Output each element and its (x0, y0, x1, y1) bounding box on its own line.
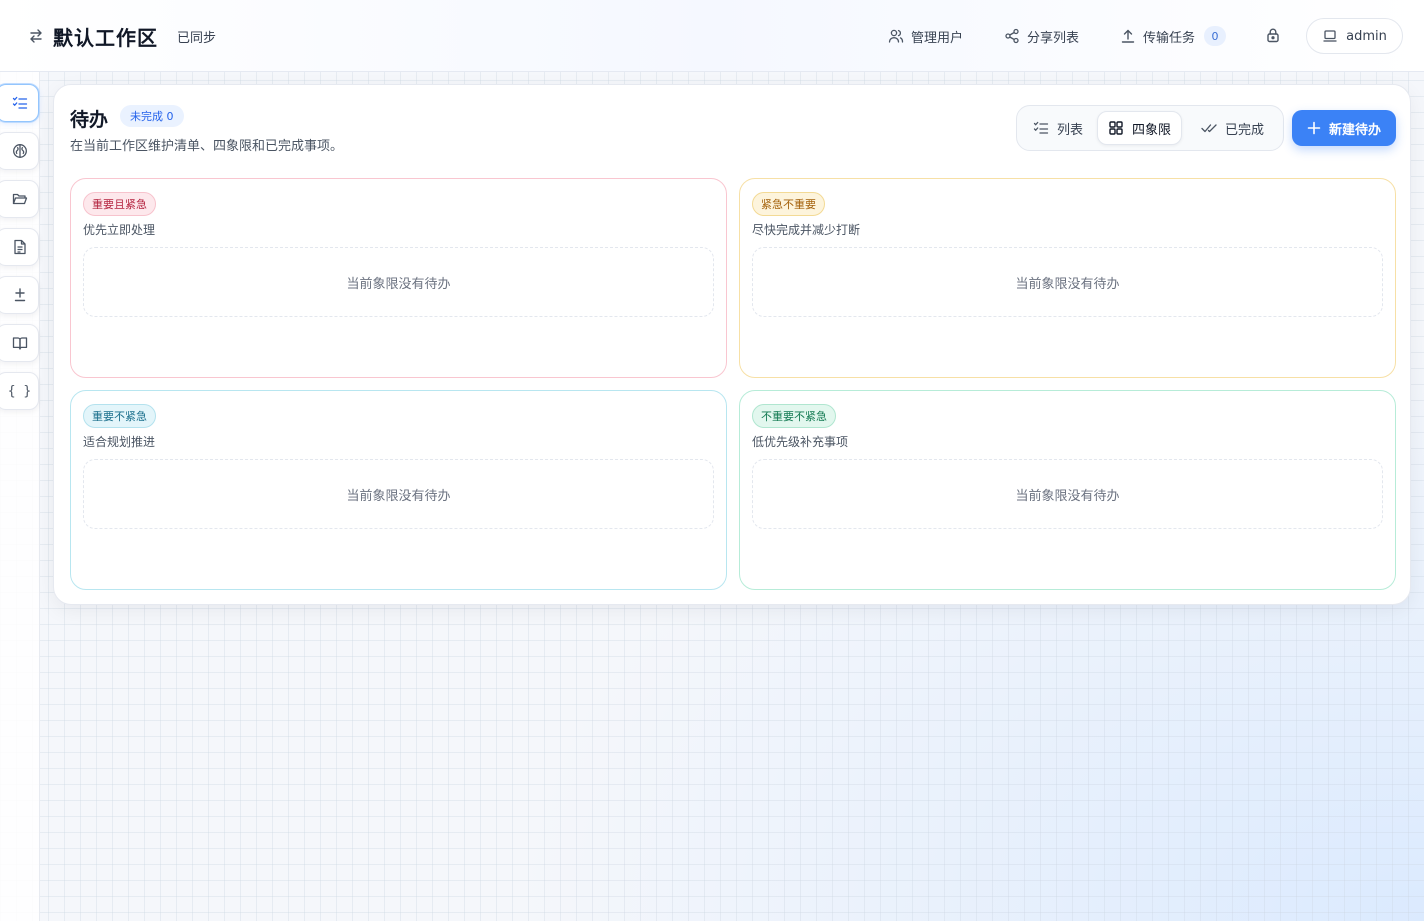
quadrant-empty-state: 当前象限没有待办 (752, 459, 1383, 529)
quadrant-description: 低优先级补充事项 (752, 435, 849, 449)
quadrant-description: 尽快完成并减少打断 (752, 223, 861, 237)
quadrant-tag: 紧急不重要 (752, 192, 825, 216)
transfer-tasks-button[interactable]: 传输任务 0 (1120, 24, 1227, 48)
new-todo-label: 新建待办 (1328, 122, 1381, 138)
quadrant-empty-state: 当前象限没有待办 (83, 459, 714, 529)
quadrant-tag: 重要不紧急 (83, 404, 156, 428)
share-icon (1005, 28, 1019, 44)
share-list-button[interactable]: 分享列表 (1004, 24, 1079, 48)
user-menu-button[interactable]: admin (1306, 18, 1403, 54)
sidebar-item-files[interactable] (0, 180, 39, 218)
quadrant-important-not-urgent: 重要不紧急 适合规划推进 当前象限没有待办 (70, 390, 727, 590)
quadrant-empty-state: 当前象限没有待办 (752, 247, 1383, 317)
page-subtitle: 在当前工作区维护清单、四象限和已完成事项。 (70, 139, 344, 154)
tab-completed-label: 已完成 (1225, 122, 1265, 138)
manage-users-label: 管理用户 (911, 30, 964, 46)
sidebar-item-docs[interactable] (0, 324, 39, 362)
plus-minus-icon (14, 288, 25, 302)
new-todo-button[interactable]: 新建待办 (1292, 110, 1396, 146)
quadrant-urgent-not-important: 紧急不重要 尽快完成并减少打断 当前象限没有待办 (739, 178, 1396, 378)
transfer-count-badge: 0 (1204, 26, 1227, 46)
sidebar-item-mindmap[interactable] (0, 132, 39, 170)
workspace-title: 默认工作区 (53, 26, 158, 50)
brain-icon (12, 144, 27, 158)
quadrant-description: 优先立即处理 (83, 223, 156, 237)
switch-workspace-icon[interactable] (28, 27, 44, 45)
user-name: admin (1346, 28, 1387, 44)
pending-count-badge: 未完成 0 (120, 105, 184, 127)
check-double-icon (1201, 124, 1217, 133)
file-text-icon (13, 239, 26, 255)
top-bar: 默认工作区 已同步 管理用户 分享列表 传输任务 0 admin (0, 0, 1424, 72)
quadrant-description: 适合规划推进 (83, 435, 156, 449)
quadrant-tag: 不重要不紧急 (752, 404, 836, 428)
sidebar-item-json[interactable]: { } (0, 372, 39, 410)
grid-icon (1109, 121, 1123, 135)
tab-quadrant-label: 四象限 (1132, 122, 1172, 138)
tab-list-label: 列表 (1057, 122, 1084, 138)
upload-icon (1121, 29, 1135, 43)
page-title: 待办 (70, 109, 109, 131)
quadrant-empty-state: 当前象限没有待办 (83, 247, 714, 317)
list-checks-icon (12, 96, 27, 109)
sidebar: { } (0, 72, 40, 921)
book-open-icon (12, 337, 27, 350)
tab-list[interactable]: 列表 (1023, 111, 1093, 145)
sync-status: 已同步 (177, 31, 217, 46)
lock-icon[interactable] (1265, 27, 1283, 45)
tab-quadrant[interactable]: 四象限 (1097, 111, 1183, 145)
todo-panel: 待办 未完成 0 在当前工作区维护清单、四象限和已完成事项。 列表 四象限 已完… (53, 84, 1411, 605)
manage-users-button[interactable]: 管理用户 (888, 24, 963, 48)
braces-icon: { } (7, 383, 32, 399)
view-switcher: 列表 四象限 已完成 (1016, 105, 1284, 151)
sidebar-item-calc[interactable] (0, 276, 39, 314)
tab-completed[interactable]: 已完成 (1191, 111, 1274, 145)
quadrant-tag: 重要且紧急 (83, 192, 156, 216)
quadrant-urgent-important: 重要且紧急 优先立即处理 当前象限没有待办 (70, 178, 727, 378)
sidebar-item-todo[interactable] (0, 84, 39, 122)
plus-icon (1307, 121, 1321, 135)
transfer-tasks-label: 传输任务 (1143, 30, 1196, 46)
share-list-label: 分享列表 (1027, 30, 1080, 46)
users-icon (888, 29, 904, 43)
folder-open-icon (12, 193, 27, 205)
list-icon (1033, 121, 1049, 134)
sidebar-item-notes[interactable] (0, 228, 39, 266)
quadrant-not-important-not-urgent: 不重要不紧急 低优先级补充事项 当前象限没有待办 (739, 390, 1396, 590)
laptop-icon (1323, 30, 1337, 42)
